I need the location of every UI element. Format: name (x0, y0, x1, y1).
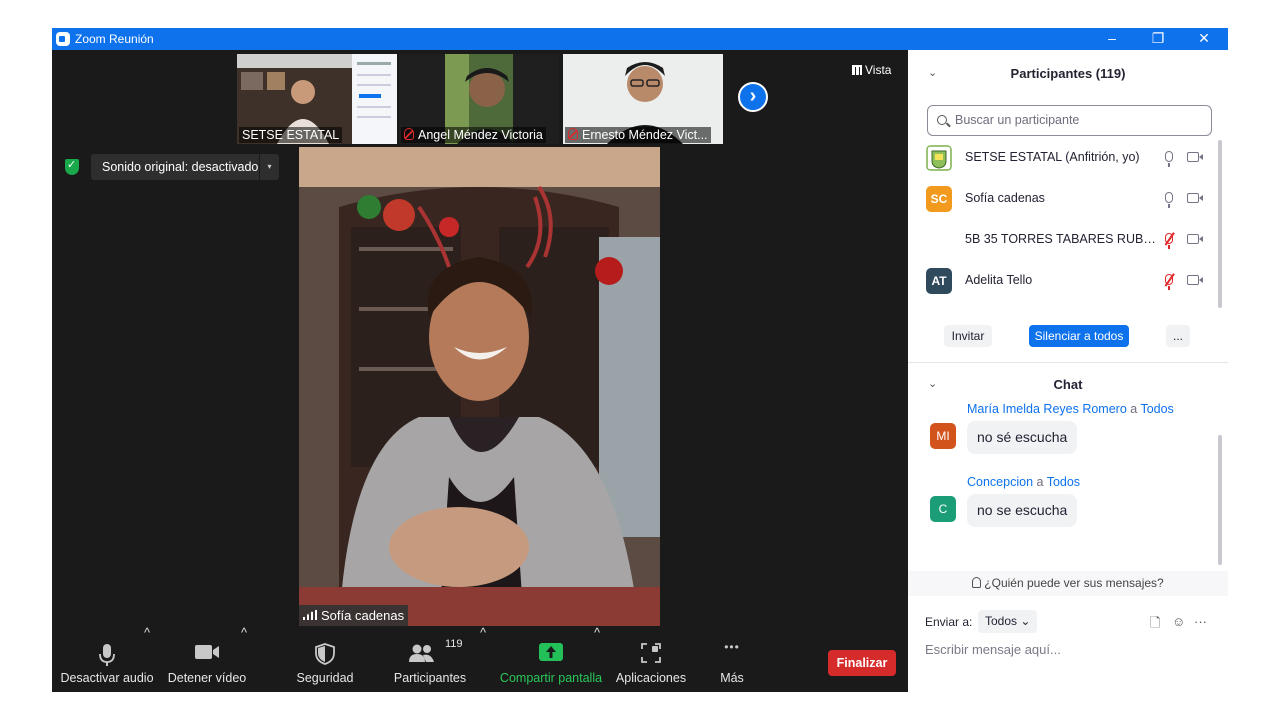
camera-icon[interactable] (1187, 275, 1203, 285)
share-screen-button[interactable]: Compartir pantalla (498, 626, 604, 692)
avatar: C (930, 496, 956, 522)
chat-sender[interactable]: María Imelda Reyes Romero a Todos (967, 402, 1174, 416)
participant-row[interactable]: SETSE ESTATAL (Anfitrión, yo) (908, 139, 1208, 180)
chat-bubble: no sé escucha (967, 421, 1078, 454)
participant-row[interactable]: AT Adelita Tello (908, 262, 1208, 303)
participants-scrollbar[interactable] (1218, 140, 1222, 308)
setse-logo-avatar (926, 145, 952, 171)
minimize-button[interactable]: – (1089, 28, 1135, 50)
side-panel: ⌄ Participantes (119) Buscar un particip… (908, 50, 1228, 692)
person-icon (972, 577, 982, 588)
participants-more-button[interactable]: ... (1166, 325, 1190, 347)
camera-icon[interactable] (1187, 152, 1203, 162)
mic-muted-icon (568, 128, 578, 140)
avatar: AT (926, 268, 952, 294)
chat-scrollbar[interactable] (1218, 435, 1222, 565)
more-button[interactable]: ••• Más (708, 626, 756, 692)
video-camera-icon (195, 645, 219, 659)
camera-icon[interactable] (1187, 193, 1203, 203)
participant-row[interactable]: 5B 35 TORRES TABARES RUBEN ... (908, 221, 1208, 262)
collapse-participants-chevron-icon[interactable]: ⌄ (928, 66, 937, 79)
mic-muted-icon[interactable] (1165, 233, 1173, 249)
video-options-caret-icon[interactable]: ^ (239, 626, 249, 692)
participants-count: 119 (445, 638, 463, 650)
encryption-shield-icon[interactable] (65, 158, 79, 175)
signal-bars-icon (303, 610, 317, 620)
stop-video-button[interactable]: Detener vídeo (166, 626, 248, 692)
title-bar: Zoom Reunión – ❐ ✕ (52, 28, 1228, 50)
participants-icon (409, 644, 434, 662)
share-screen-icon (539, 643, 563, 661)
mic-icon[interactable] (1165, 192, 1173, 208)
security-button[interactable]: Seguridad (292, 626, 358, 692)
microphone-icon (99, 644, 115, 666)
avatar: SC (926, 186, 952, 212)
send-to-dropdown[interactable]: Todos ⌄ (978, 610, 1038, 633)
avatar: MI (930, 423, 956, 449)
participant-row[interactable]: SC Sofía cadenas (908, 180, 1208, 221)
original-sound-toggle[interactable]: Sonido original: desactivado ▾ (91, 154, 279, 180)
thumbnail-setse-estatal[interactable]: SETSE ESTATAL (237, 54, 397, 144)
mute-audio-button[interactable]: Desactivar audio (60, 626, 154, 692)
file-icon[interactable]: 🗋 (1150, 614, 1160, 636)
thumbnail-name: Angel Méndez Victoria (401, 127, 546, 143)
mic-muted-icon (404, 128, 414, 140)
participants-header: ⌄ Participantes (119) (928, 66, 1126, 81)
thumbnail-ernesto-mendez[interactable]: Ernesto Méndez Vict... (563, 54, 723, 144)
active-speaker-video: Sofía cadenas (299, 147, 660, 626)
speaker-name-tag: Sofía cadenas (299, 605, 409, 626)
thumbnail-angel-mendez[interactable]: Angel Méndez Victoria (399, 54, 559, 144)
chat-bubble: no se escucha (967, 494, 1078, 527)
invite-button[interactable]: Invitar (944, 325, 992, 347)
mic-muted-icon[interactable] (1165, 274, 1173, 290)
more-dots-icon: ••• (724, 640, 740, 654)
chat-more-icon[interactable]: ··· (1194, 614, 1207, 629)
apps-icon (641, 643, 661, 663)
zoom-app-icon (56, 32, 70, 46)
apps-button[interactable]: Aplicaciones (612, 626, 690, 692)
send-to-label: Enviar a: (925, 615, 973, 629)
thumbnail-name: SETSE ESTATAL (239, 127, 343, 143)
emoji-icon[interactable]: ☺ (1172, 614, 1185, 629)
collapse-chat-chevron-icon[interactable]: ⌄ (928, 377, 937, 390)
meeting-toolbar: Desactivar audio ^ Detener vídeo ^ Segur… (52, 626, 908, 692)
view-button[interactable]: Vista (852, 63, 891, 77)
audio-options-caret-icon[interactable]: ^ (142, 626, 152, 692)
share-options-caret-icon[interactable]: ^ (592, 626, 602, 692)
zoom-window: Zoom Reunión – ❐ ✕ SETSE ESTATAL Angel M… (52, 28, 1228, 692)
window-title: Zoom Reunión (75, 32, 154, 46)
gallery-strip: SETSE ESTATAL Angel Méndez Victoria Erne… (52, 50, 908, 147)
search-icon (937, 115, 947, 125)
chat-message-input[interactable]: Escribir mensaje aquí... (925, 642, 1061, 657)
camera-icon[interactable] (1187, 234, 1203, 244)
end-meeting-button[interactable]: Finalizar (828, 650, 896, 676)
dropdown-chevron-icon: ⌄ (1020, 614, 1031, 628)
close-button[interactable]: ✕ (1181, 28, 1227, 50)
restore-button[interactable]: ❐ (1135, 28, 1181, 50)
who-can-see-messages-link[interactable]: ¿Quién puede ver sus mensajes? (908, 571, 1228, 596)
participant-search-input[interactable]: Buscar un participante (927, 105, 1212, 136)
sound-options-caret-icon[interactable]: ▾ (259, 154, 279, 180)
grid-icon (852, 65, 862, 75)
thumbnail-name: Ernesto Méndez Vict... (565, 127, 711, 143)
panel-divider (908, 362, 1228, 363)
chat-sender[interactable]: Concepcion a Todos (967, 475, 1080, 489)
shield-icon (315, 643, 335, 665)
video-area: SETSE ESTATAL Angel Méndez Victoria Erne… (52, 50, 908, 626)
mute-all-button[interactable]: Silenciar a todos (1029, 325, 1129, 347)
participants-options-caret-icon[interactable]: ^ (478, 626, 488, 692)
next-page-arrow-icon[interactable]: › (738, 82, 768, 112)
participants-button[interactable]: 119 Participantes (390, 626, 470, 692)
mic-icon[interactable] (1165, 151, 1173, 167)
speaker-video-frame (299, 147, 660, 626)
